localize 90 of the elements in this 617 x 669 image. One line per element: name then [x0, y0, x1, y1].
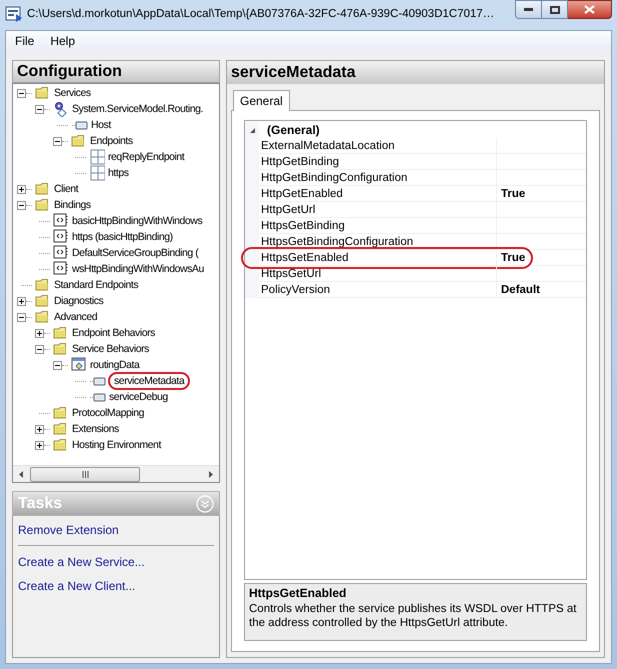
description-title: HttpsGetEnabled: [249, 586, 348, 601]
tree-item[interactable]: Endpoint Behaviors: [71, 326, 156, 340]
maximize-icon: [550, 6, 560, 14]
description-text: Controls whether the service publishes its WSDL over HTTPS at the address controlled by the HttpsGetUrl attribute.: [249, 602, 578, 630]
folder-icon: [35, 197, 51, 213]
tree-item[interactable]: Bindings: [53, 198, 92, 212]
tree-item[interactable]: basicHttpBindingWithWindows: [71, 214, 204, 228]
tree-item[interactable]: Services: [53, 86, 92, 100]
panel-title: Tasks: [18, 494, 62, 514]
collapse-toggle[interactable]: [53, 136, 62, 146]
collapse-toggle[interactable]: [17, 88, 26, 98]
tree-item[interactable]: routingData: [89, 358, 140, 372]
expand-toggle[interactable]: [35, 424, 44, 434]
tree-item[interactable]: Standard Endpoints: [53, 278, 140, 292]
tree-item[interactable]: DefaultServiceGroupBinding (: [71, 246, 200, 260]
folder-icon: [53, 421, 69, 437]
collapse-toggle[interactable]: [35, 344, 44, 354]
property-name[interactable]: HttpGetEnabled: [259, 186, 497, 202]
grid-icon: [89, 165, 105, 181]
expand-toggle[interactable]: [17, 184, 26, 194]
folder-icon: [35, 85, 51, 101]
folder-icon: [35, 277, 51, 293]
tree-item[interactable]: reqReplyEndpoint: [107, 150, 186, 164]
collapse-toggle[interactable]: [17, 312, 26, 322]
tab[interactable]: General: [233, 90, 290, 111]
property-name[interactable]: HttpsGetEnabled: [259, 250, 497, 266]
folder-icon: [53, 325, 69, 341]
property-name[interactable]: ExternalMetadataLocation: [259, 138, 497, 154]
tree-item[interactable]: https (basicHttpBinding): [71, 230, 174, 244]
tree-item[interactable]: Advanced: [53, 310, 98, 324]
tree-item[interactable]: wsHttpBindingWithWindowsAu: [71, 262, 205, 276]
expand-toggle[interactable]: [35, 440, 44, 450]
tree-item[interactable]: Diagnostics: [53, 294, 104, 308]
tree-item[interactable]: serviceDebug: [108, 390, 169, 404]
scrollbar-thumb[interactable]: [30, 466, 140, 482]
grip-icon: [82, 470, 88, 478]
tree-item[interactable]: Service Behaviors: [71, 342, 150, 356]
property-name[interactable]: HttpsGetBindingConfiguration: [259, 234, 497, 250]
expand-toggle[interactable]: [17, 296, 26, 306]
task-link[interactable]: Create a New Client...: [18, 577, 136, 595]
binding-icon: [53, 245, 69, 261]
folder-icon: [71, 133, 87, 149]
property-name[interactable]: HttpsGetBinding: [259, 218, 497, 234]
tree-item[interactable]: ProtocolMapping: [71, 406, 146, 420]
tree-item[interactable]: System.ServiceModel.Routing.: [71, 102, 204, 116]
collapse-toggle[interactable]: [53, 360, 62, 370]
app-icon: [5, 6, 23, 22]
property-name[interactable]: HttpGetBindingConfiguration: [259, 170, 497, 186]
folder-icon: [35, 309, 51, 325]
binding-icon: [53, 229, 69, 245]
close-icon: [584, 5, 595, 14]
collapse-toggle[interactable]: [35, 104, 44, 114]
property-name[interactable]: PolicyVersion: [259, 282, 497, 298]
property-name[interactable]: HttpGetUrl: [259, 202, 497, 218]
property-value[interactable]: True: [497, 186, 586, 202]
window-title: C:\Users\d.morkotun\AppData\Local\Temp\{AB07376A-32FC-476A-939C-40903D1C7017…: [27, 7, 494, 22]
horizontal-scrollbar[interactable]: [13, 465, 219, 482]
folder-icon: [53, 437, 69, 453]
panel-title: Configuration: [17, 62, 122, 82]
task-link[interactable]: Remove Extension: [18, 521, 119, 539]
maximize-button[interactable]: [542, 0, 568, 19]
menu-item[interactable]: Help: [43, 32, 82, 50]
tree-item[interactable]: Extensions: [71, 422, 120, 436]
task-link[interactable]: Create a New Service...: [18, 553, 145, 571]
panel-title: serviceMetadata: [231, 62, 356, 82]
minimize-button[interactable]: [515, 0, 542, 19]
tree-item[interactable]: Host: [90, 118, 112, 132]
tree-item[interactable]: serviceMetadata: [108, 372, 190, 390]
property-name[interactable]: HttpsGetUrl: [259, 266, 497, 282]
tree-item[interactable]: Hosting Environment: [71, 438, 162, 452]
folder-icon: [35, 293, 51, 309]
binding-icon: [53, 213, 69, 229]
expand-toggle[interactable]: [35, 328, 44, 338]
property-value[interactable]: True: [497, 250, 586, 266]
category-label: (General): [267, 122, 320, 139]
folder-icon: [35, 181, 51, 197]
folder-icon: [53, 341, 69, 357]
grid-icon: [89, 149, 105, 165]
menu-item[interactable]: File: [8, 32, 42, 50]
behavior-icon: [71, 357, 87, 373]
tree-item[interactable]: https: [107, 166, 130, 180]
property-name[interactable]: HttpGetBinding: [259, 154, 497, 170]
minimize-icon: [524, 8, 533, 11]
binding-icon: [53, 261, 69, 277]
property-value[interactable]: Default: [497, 282, 586, 298]
folder-icon: [53, 405, 69, 421]
collapse-toggle[interactable]: [17, 200, 26, 210]
tree-item[interactable]: Client: [53, 182, 80, 196]
close-button[interactable]: [568, 0, 612, 19]
tree-item[interactable]: Endpoints: [89, 134, 134, 148]
